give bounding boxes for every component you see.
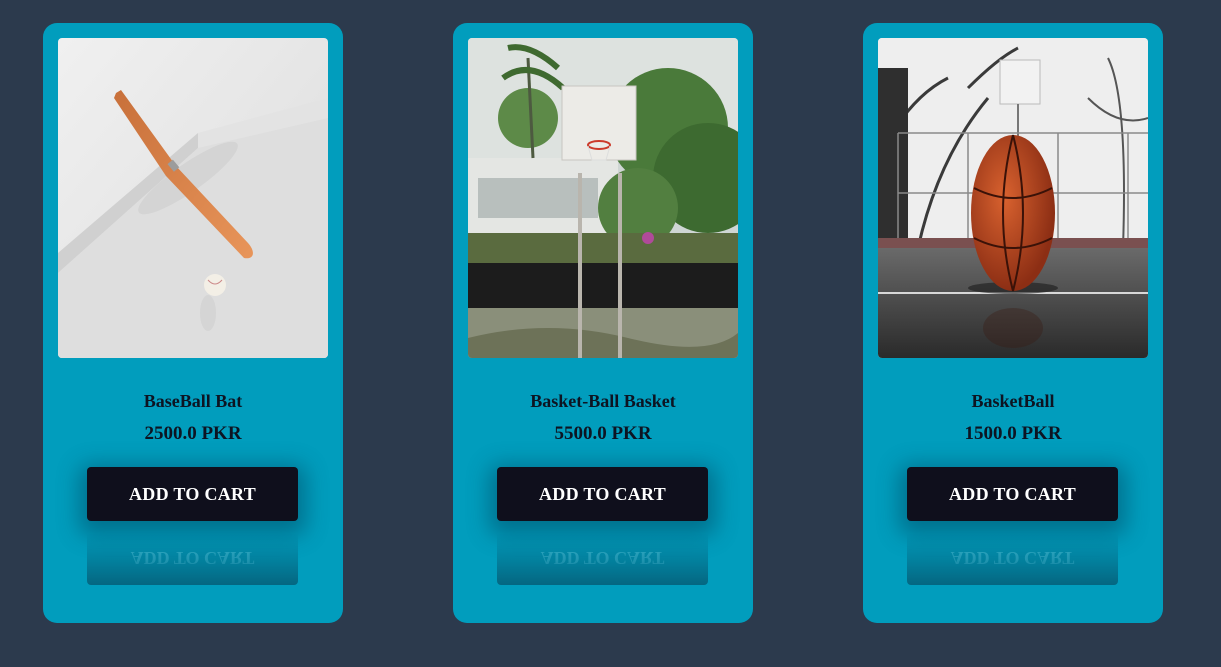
product-name: BasketBall <box>971 391 1055 411</box>
product-card-basketball: BasketBall 1500.0 PKR ADD TO CART ADD TO… <box>863 23 1163 623</box>
product-price: 2500.0 PKR <box>144 423 242 444</box>
product-grid: BaseBall Bat 2500.0 PKR ADD TO CART ADD … <box>43 23 1163 623</box>
product-image-basketball <box>878 38 1148 358</box>
product-card-basketball-basket: Basket-Ball Basket 5500.0 PKR ADD TO CAR… <box>453 23 753 623</box>
add-to-cart-button[interactable]: ADD TO CART <box>497 467 708 521</box>
add-to-cart-button[interactable]: ADD TO CART <box>87 467 298 521</box>
product-price: 5500.0 PKR <box>554 423 652 444</box>
button-reflection: ADD TO CART <box>497 531 708 585</box>
product-image-basketball-basket <box>468 38 738 358</box>
product-name: BaseBall Bat <box>143 391 243 411</box>
product-price: 1500.0 PKR <box>964 423 1062 444</box>
product-name: Basket-Ball Basket <box>530 391 676 411</box>
product-card-baseball-bat: BaseBall Bat 2500.0 PKR ADD TO CART ADD … <box>43 23 343 623</box>
product-image-baseball-bat <box>58 38 328 358</box>
button-reflection: ADD TO CART <box>87 531 298 585</box>
button-reflection: ADD TO CART <box>907 531 1118 585</box>
add-to-cart-button[interactable]: ADD TO CART <box>907 467 1118 521</box>
